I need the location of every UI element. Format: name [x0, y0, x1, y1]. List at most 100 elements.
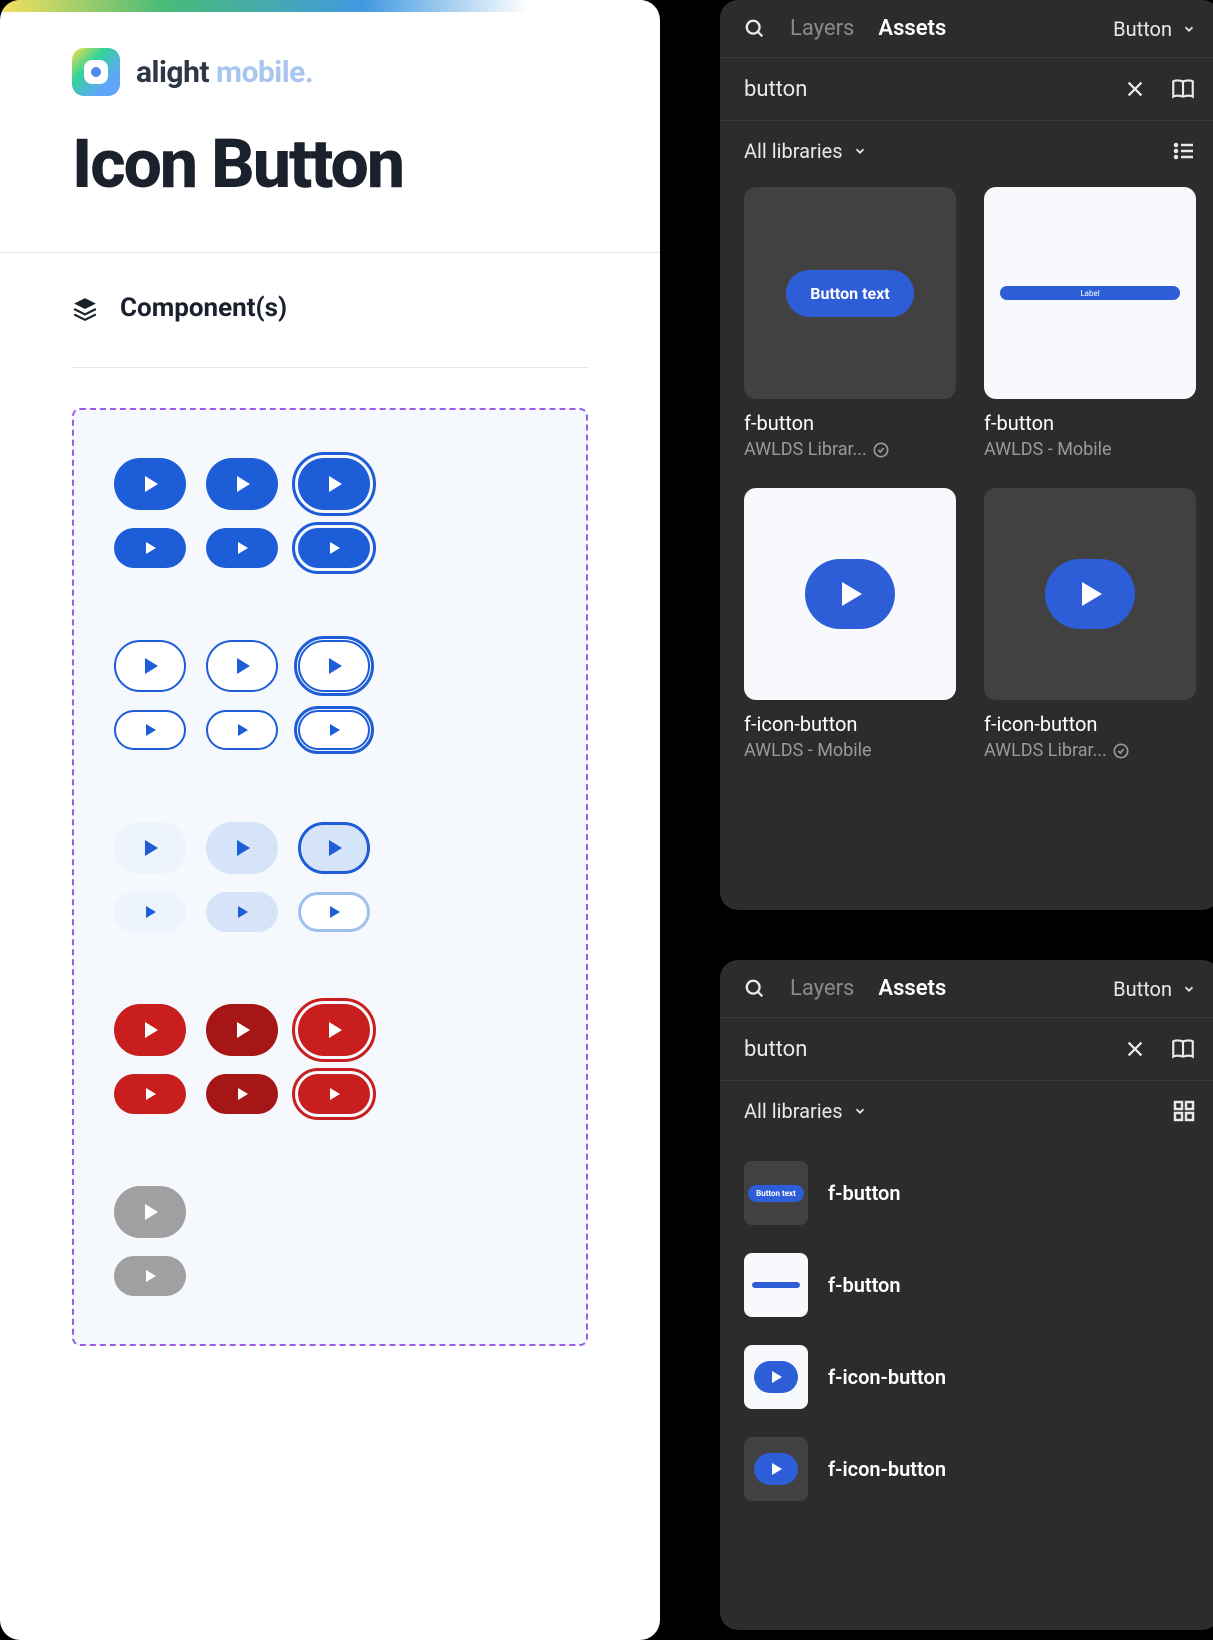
brand-logo-mark: [72, 48, 120, 96]
asset-name: f-button: [828, 1273, 901, 1297]
icon-button-primary[interactable]: [114, 458, 186, 510]
icon-button-disabled-sm[interactable]: [114, 1256, 186, 1296]
variant-group-outline: [114, 640, 546, 750]
icon-button-soft-hover[interactable]: [206, 822, 278, 874]
icon-button-primary-hover[interactable]: [206, 458, 278, 510]
icon-button-disabled[interactable]: [114, 1186, 186, 1238]
search-input[interactable]: button: [744, 77, 1124, 102]
page-dropdown[interactable]: Button: [1113, 977, 1196, 1001]
verified-check-icon: [873, 442, 889, 458]
asset-library-label: AWLDS - Mobile: [984, 439, 1196, 460]
divider: [0, 252, 660, 253]
bar-button-preview: Label: [1000, 286, 1180, 300]
brand-logo-text: alight mobile.: [136, 55, 313, 90]
asset-thumbnail: [984, 488, 1196, 700]
asset-library-label: AWLDS - Mobile: [744, 740, 956, 761]
asset-thumbnail: Button text: [744, 1161, 808, 1225]
page-title: Icon Button: [72, 124, 588, 204]
asset-library-label: AWLDS Librar...: [984, 740, 1196, 761]
icon-button-soft-sm[interactable]: [114, 892, 186, 932]
chevron-down-icon: [1182, 982, 1196, 996]
search-icon[interactable]: [744, 978, 766, 1000]
chevron-down-icon: [1182, 22, 1196, 36]
clear-search-icon[interactable]: [1124, 1038, 1146, 1060]
tab-layers[interactable]: Layers: [790, 16, 854, 41]
icon-button-outline-sm-focus[interactable]: [298, 710, 370, 750]
asset-tile[interactable]: Button text f-button AWLDS Librar...: [744, 187, 956, 460]
play-icon: [1045, 559, 1135, 629]
asset-list-row[interactable]: f-button: [744, 1239, 1196, 1331]
chevron-down-icon: [853, 1104, 867, 1118]
section-title: Component(s): [120, 293, 287, 323]
asset-name: f-icon-button: [744, 712, 956, 736]
icon-button-primary-sm-focus[interactable]: [298, 528, 370, 568]
asset-name: f-icon-button: [984, 712, 1196, 736]
asset-name: f-button: [828, 1181, 901, 1205]
icon-button-outline-sm-hover[interactable]: [206, 710, 278, 750]
asset-name: f-icon-button: [828, 1457, 946, 1481]
section-header: Component(s): [72, 293, 588, 323]
asset-name: f-icon-button: [828, 1365, 946, 1389]
library-book-icon[interactable]: [1170, 1036, 1196, 1062]
chevron-down-icon: [853, 144, 867, 158]
icon-button-danger-hover[interactable]: [206, 1004, 278, 1056]
search-icon[interactable]: [744, 18, 766, 40]
asset-name: f-button: [984, 411, 1196, 435]
library-book-icon[interactable]: [1170, 76, 1196, 102]
icon-button-primary-sm-hover[interactable]: [206, 528, 278, 568]
play-icon: [805, 559, 895, 629]
icon-button-outline-hover[interactable]: [206, 640, 278, 692]
asset-list-row[interactable]: f-icon-button: [744, 1331, 1196, 1423]
asset-thumbnail: Button text: [744, 187, 956, 399]
gradient-accent-bar: [0, 0, 660, 12]
asset-tile[interactable]: f-icon-button AWLDS Librar...: [984, 488, 1196, 761]
library-filter-dropdown[interactable]: All libraries: [744, 1099, 867, 1123]
variant-group-danger: [114, 1004, 546, 1114]
variant-group-primary: [114, 458, 546, 568]
icon-button-primary-focus[interactable]: [298, 458, 370, 510]
asset-thumbnail: Label: [984, 187, 1196, 399]
asset-thumbnail: [744, 1253, 808, 1317]
documentation-card: alight mobile. Icon Button Component(s): [0, 0, 660, 1640]
icon-button-outline[interactable]: [114, 640, 186, 692]
tab-assets[interactable]: Assets: [878, 976, 946, 1001]
asset-tile[interactable]: f-icon-button AWLDS - Mobile: [744, 488, 956, 761]
component-variants-frame: [72, 408, 588, 1346]
library-filter-dropdown[interactable]: All libraries: [744, 139, 867, 163]
icon-button-soft-focus[interactable]: [298, 822, 370, 874]
tab-layers[interactable]: Layers: [790, 976, 854, 1001]
figma-assets-panel-list: Layers Assets Button button All librarie…: [720, 960, 1213, 1630]
asset-name: f-button: [744, 411, 956, 435]
list-view-toggle-icon[interactable]: [1172, 139, 1196, 163]
asset-list-row[interactable]: f-icon-button: [744, 1423, 1196, 1515]
icon-button-soft-sm-hover[interactable]: [206, 892, 278, 932]
variant-group-disabled: [114, 1186, 546, 1296]
icon-button-outline-focus[interactable]: [298, 640, 370, 692]
tab-assets[interactable]: Assets: [878, 16, 946, 41]
asset-thumbnail: [744, 1437, 808, 1501]
asset-thumbnail: [744, 1345, 808, 1409]
icon-button-danger[interactable]: [114, 1004, 186, 1056]
figma-assets-panel-grid: Layers Assets Button button All librarie…: [720, 0, 1213, 910]
icon-button-danger-sm[interactable]: [114, 1074, 186, 1114]
search-input[interactable]: button: [744, 1037, 1124, 1062]
icon-button-danger-focus[interactable]: [298, 1004, 370, 1056]
icon-button-soft-sm-focus[interactable]: [298, 892, 370, 932]
brand-logo: alight mobile.: [72, 48, 588, 96]
divider: [72, 367, 588, 368]
icon-button-primary-sm[interactable]: [114, 528, 186, 568]
clear-search-icon[interactable]: [1124, 78, 1146, 100]
asset-library-label: AWLDS Librar...: [744, 439, 956, 460]
icon-button-danger-sm-hover[interactable]: [206, 1074, 278, 1114]
icon-button-danger-sm-focus[interactable]: [298, 1074, 370, 1114]
page-dropdown[interactable]: Button: [1113, 17, 1196, 41]
play-icon: Button text: [786, 270, 913, 317]
grid-view-toggle-icon[interactable]: [1172, 1099, 1196, 1123]
icon-button-outline-sm[interactable]: [114, 710, 186, 750]
asset-tile[interactable]: Label f-button AWLDS - Mobile: [984, 187, 1196, 460]
layers-icon: [72, 296, 96, 320]
asset-list-row[interactable]: Button text f-button: [744, 1147, 1196, 1239]
icon-button-soft[interactable]: [114, 822, 186, 874]
verified-check-icon: [1113, 743, 1129, 759]
variant-group-soft: [114, 822, 546, 932]
